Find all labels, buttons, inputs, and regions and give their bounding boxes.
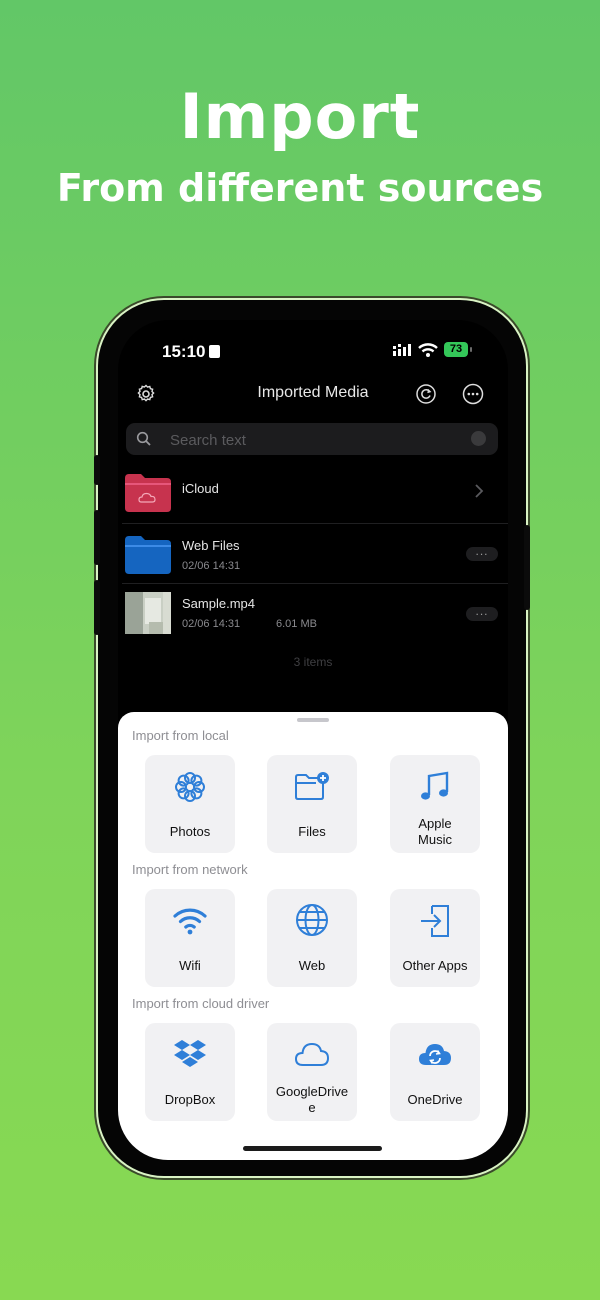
tile-label: Photos (169, 824, 211, 839)
file-name: Web Files (182, 538, 240, 553)
phone-side-button (524, 525, 530, 610)
video-thumbnail (125, 592, 171, 634)
id-badge-icon (209, 345, 221, 358)
files-button[interactable]: Files (267, 755, 357, 853)
phone-side-button (94, 510, 100, 565)
list-item[interactable]: Sample.mp4 02/06 14:31 6.01 MB ... (118, 584, 508, 642)
folder-add-icon (295, 772, 329, 800)
phone-side-button (94, 455, 100, 485)
app-screen: 15:10 73 Imported Media Search text iClo… (118, 320, 508, 1160)
search-input[interactable] (168, 423, 462, 457)
tile-label: DropBox (164, 1092, 216, 1107)
status-time: 15:10 (162, 342, 221, 362)
icloud-folder-icon (125, 474, 171, 512)
other-apps-button[interactable]: Other Apps (390, 889, 480, 987)
tile-label: Files (298, 824, 326, 839)
more-options-button[interactable]: ... (466, 605, 498, 621)
tile-label: Web (298, 958, 326, 973)
tile-label: GoogleDrive e (275, 1084, 349, 1115)
dropbox-button[interactable]: DropBox (145, 1023, 235, 1121)
more-options-button[interactable]: ... (466, 545, 498, 561)
file-name: Sample.mp4 (182, 596, 255, 611)
hero-subtitle: From different sources (56, 166, 544, 210)
cellular-signal-icon (393, 344, 411, 356)
search-icon (136, 431, 151, 446)
import-arrow-icon (421, 905, 449, 937)
dropbox-icon (174, 1040, 206, 1067)
folder-icon (125, 536, 171, 574)
globe-icon (296, 904, 328, 936)
wifi-icon (173, 908, 207, 935)
photos-button[interactable]: Photos (145, 755, 235, 853)
phone-side-button (94, 580, 100, 635)
items-count: 3 items (293, 655, 333, 669)
battery-indicator: 73 (444, 342, 468, 357)
home-indicator (243, 1146, 382, 1151)
web-button[interactable]: Web (267, 889, 357, 987)
ellipsis-circle-icon[interactable] (461, 382, 485, 406)
clear-search-icon[interactable] (471, 431, 486, 446)
section-label-network: Import from network (132, 862, 248, 877)
tile-label: Apple Music (418, 816, 452, 847)
nav-bar: Imported Media (118, 378, 508, 410)
import-sheet: Import from local Photos Files Apple Mus… (118, 712, 508, 1160)
photos-flower-icon (175, 772, 205, 802)
tile-label: Wifi (179, 958, 201, 973)
google-drive-button[interactable]: GoogleDrive e (267, 1023, 357, 1121)
refresh-icon[interactable] (414, 382, 438, 406)
chevron-right-icon (475, 484, 484, 498)
section-label-cloud: Import from cloud driver (132, 996, 270, 1011)
file-date: 02/06 14:31 (182, 618, 241, 630)
status-bar: 15:10 73 (118, 340, 508, 364)
list-item[interactable]: Web Files 02/06 14:31 ... (118, 524, 508, 582)
search-bar (126, 423, 498, 457)
sheet-grabber[interactable] (297, 718, 329, 722)
onedrive-button[interactable]: OneDrive (390, 1023, 480, 1121)
apple-music-button[interactable]: Apple Music (390, 755, 480, 853)
music-note-icon (421, 771, 449, 800)
list-item[interactable]: iCloud (118, 462, 508, 520)
page-title: Imported Media (257, 384, 369, 401)
section-label-local: Import from local (132, 728, 229, 743)
wifi-status-icon (418, 343, 438, 357)
file-size: 6.01 MB (276, 618, 317, 630)
battery-tip (470, 347, 472, 352)
file-name: iCloud (182, 481, 219, 496)
cloud-sync-icon (419, 1044, 451, 1065)
tile-label: OneDrive (407, 1092, 463, 1107)
cloud-icon (294, 1042, 330, 1066)
wifi-button[interactable]: Wifi (145, 889, 235, 987)
file-date: 02/06 14:31 (182, 560, 241, 572)
hero-title: Import (179, 80, 421, 153)
tile-label: Other Apps (402, 958, 468, 973)
